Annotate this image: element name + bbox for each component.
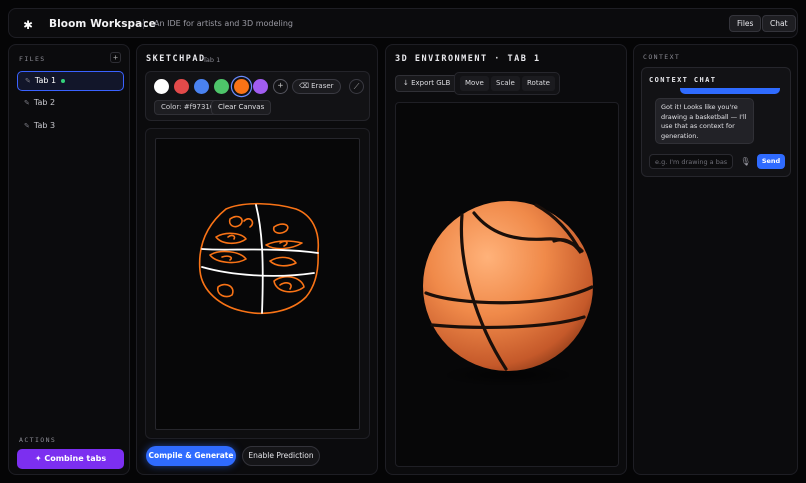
chat-toggle-button[interactable]: Chat	[762, 15, 796, 32]
transform-tool-group: Move Scale Rotate	[454, 72, 560, 95]
sketchpad-title: SKETCHPAD	[146, 54, 206, 64]
download-icon: ↓	[403, 79, 412, 87]
combine-tabs-label: Combine tabs	[44, 454, 107, 463]
file-item-label: Tab 1	[34, 76, 57, 85]
sketch-canvas[interactable]	[155, 138, 360, 430]
context-chat-box: CONTEXT CHAT Got it! Looks like you're d…	[641, 67, 791, 177]
asterisk-logo-icon: ✱	[23, 15, 33, 33]
app-header: ✱ Bloom Workspace An IDE for artists and…	[8, 8, 798, 38]
pencil-icon: ✎	[24, 99, 30, 107]
active-dot-icon	[61, 78, 66, 83]
export-label: Export GLB	[411, 79, 451, 87]
enable-prediction-button[interactable]: Enable Prediction	[242, 446, 320, 466]
user-message-bubble	[680, 88, 780, 94]
chat-input[interactable]	[649, 154, 733, 169]
eraser-label: Eraser	[311, 82, 334, 90]
file-item-label: Tab 3	[33, 121, 56, 130]
add-color-button[interactable]: +	[273, 79, 288, 94]
wand-icon: ⟋	[353, 82, 360, 91]
context-panel: CONTEXT CONTEXT CHAT Got it! Looks like …	[633, 44, 798, 475]
app-subtitle: An IDE for artists and 3D modeling	[154, 19, 293, 28]
pencil-icon: ✎	[25, 77, 31, 85]
sketchpad-tab-name: Tab 1	[203, 56, 221, 64]
eraser-button[interactable]: ⌫ Eraser	[292, 79, 341, 94]
compile-generate-button[interactable]: Compile & Generate	[146, 446, 236, 466]
sketch-toolbar: + ⌫ Eraser ⟋ Color: #f97316 Clear Canvas	[145, 71, 370, 121]
app-title: Bloom Workspace	[49, 18, 156, 30]
scale-tool-button[interactable]: Scale	[491, 76, 520, 91]
environment-title: 3D ENVIRONMENT · TAB 1	[395, 54, 541, 64]
basketball-sketch	[198, 202, 320, 315]
files-section-label: FILES	[19, 55, 46, 63]
export-glb-button[interactable]: ↓ Export GLB	[395, 75, 459, 92]
eraser-icon: ⌫	[299, 82, 312, 90]
sketch-canvas-frame	[145, 128, 370, 439]
file-item-tab-2[interactable]: ✎ Tab 2	[17, 94, 124, 114]
file-item-tab-1[interactable]: ✎ Tab 1	[17, 71, 124, 91]
swatch-red[interactable]	[174, 79, 189, 94]
send-button[interactable]: Send	[757, 154, 785, 169]
swatch-green[interactable]	[214, 79, 229, 94]
combine-tabs-button[interactable]: ✦ Combine tabs	[17, 449, 124, 469]
basketball-model	[423, 201, 594, 387]
3d-viewport[interactable]	[395, 102, 619, 467]
swatch-blue[interactable]	[194, 79, 209, 94]
rotate-tool-button[interactable]: Rotate	[522, 76, 555, 91]
pencil-icon: ✎	[24, 122, 30, 130]
context-chat-title: CONTEXT CHAT	[649, 76, 717, 84]
file-item-label: Tab 2	[33, 98, 56, 107]
swatch-orange[interactable]	[234, 79, 249, 94]
swatch-white[interactable]	[154, 79, 169, 94]
file-item-tab-3[interactable]: ✎ Tab 3	[17, 117, 124, 137]
actions-section-label: ACTIONS	[19, 436, 57, 444]
magic-wand-button[interactable]: ⟋	[349, 79, 364, 94]
files-toggle-button[interactable]: Files	[729, 15, 762, 32]
header-divider	[143, 19, 144, 29]
assistant-message-bubble: Got it! Looks like you're drawing a bask…	[655, 98, 754, 144]
environment-panel: 3D ENVIRONMENT · TAB 1 ↓ Export GLB Move…	[385, 44, 627, 475]
clear-canvas-button[interactable]: Clear Canvas	[211, 100, 272, 115]
add-file-button[interactable]: +	[110, 52, 121, 63]
microphone-icon[interactable]: 🎙	[738, 154, 753, 169]
move-tool-button[interactable]: Move	[460, 76, 489, 91]
files-sidebar: FILES + ✎ Tab 1 ✎ Tab 2 ✎ Tab 3 ACTIONS ✦ C…	[8, 44, 130, 475]
swatch-purple[interactable]	[253, 79, 268, 94]
sketchpad-panel: SKETCHPAD Tab 1 + ⌫ Eraser ⟋ Color: #f97…	[136, 44, 378, 475]
context-section-label: CONTEXT	[643, 53, 681, 61]
sparkle-icon: ✦	[34, 454, 45, 463]
